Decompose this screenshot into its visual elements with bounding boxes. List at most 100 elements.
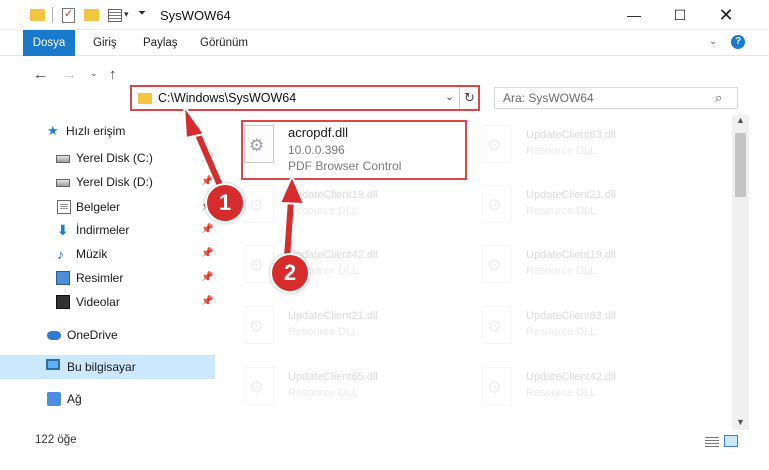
navigation-pane: ★ Hızlı erişim Yerel Disk (C:) 📌 Yerel D… — [0, 118, 215, 418]
toolbar-divider — [52, 7, 53, 23]
disk-icon — [56, 179, 70, 187]
file-name: UpdateClient21.dll — [526, 189, 616, 201]
dll-file-icon — [482, 245, 512, 283]
tiles-view-icon[interactable] — [724, 435, 738, 447]
up-button[interactable]: ↑ — [109, 66, 117, 83]
tab-view[interactable]: Görünüm — [200, 30, 248, 56]
dll-file-icon — [482, 306, 512, 344]
scroll-up-icon[interactable]: ▲ — [736, 115, 745, 125]
file-name: UpdateClient63.dll — [526, 129, 616, 141]
vertical-scrollbar[interactable]: ▲ ▼ — [732, 115, 749, 430]
file-item[interactable]: UpdateClient19.dll Resource DLL — [460, 235, 690, 295]
dll-file-icon — [482, 367, 512, 405]
sidebar-item-label: Bu bilgisayar — [67, 360, 136, 374]
file-type: Resource DLL — [526, 205, 597, 217]
customize-toolbar-icon[interactable]: ⏷ — [138, 8, 146, 26]
details-view-icon[interactable] — [705, 437, 719, 447]
sidebar-item-music[interactable]: ♪ Müzik 📌 — [0, 243, 215, 265]
file-item[interactable]: UpdateClient19.dll Resource DLL — [222, 175, 452, 235]
step-marker-1: 1 — [205, 183, 245, 223]
sidebar-item-label: Müzik — [76, 247, 108, 261]
tab-share[interactable]: Paylaş — [143, 30, 178, 56]
expand-ribbon-icon[interactable]: ⌄ — [709, 36, 717, 47]
tab-home[interactable]: Giriş — [93, 30, 117, 56]
chevron-down-icon[interactable]: ▾ — [124, 9, 129, 27]
file-name: UpdateClient21.dll — [288, 310, 378, 322]
sidebar-item-label: Videolar — [76, 295, 120, 309]
file-item[interactable]: UpdateClient21.dll Resource DLL — [460, 175, 690, 235]
sidebar-item-label: OneDrive — [67, 328, 118, 342]
file-name: UpdateClient65.dll — [288, 371, 378, 383]
close-button[interactable]: ✕ — [703, 0, 749, 30]
window-title: SysWOW64 — [160, 8, 231, 23]
forward-button[interactable]: → — [62, 66, 77, 83]
document-icon — [57, 200, 71, 214]
file-item[interactable]: UpdateClient21.dll Resource DLL — [222, 296, 452, 356]
pin-icon[interactable]: 📌 — [201, 296, 213, 307]
file-item[interactable]: UpdateClient42.dll Resource DLL — [222, 235, 452, 295]
sidebar-item-this-pc[interactable]: Bu bilgisayar — [0, 355, 215, 379]
star-icon: ★ — [47, 123, 59, 138]
folder-icon — [138, 93, 152, 104]
sidebar-item-downloads[interactable]: ⬇ İndirmeler 📌 — [0, 219, 215, 241]
scroll-thumb[interactable] — [735, 133, 746, 197]
videos-icon — [56, 295, 70, 309]
file-highlight-box — [241, 120, 467, 180]
file-type: Resource DLL — [526, 265, 597, 277]
sidebar-item-documents[interactable]: Belgeler 📌 — [0, 196, 215, 218]
sidebar-item-quick-access[interactable]: ★ Hızlı erişim — [0, 120, 215, 142]
search-input[interactable]: Ara: SysWOW64 ⌕ — [494, 87, 738, 109]
file-item[interactable]: UpdateClient63.dll Resource DLL — [460, 115, 690, 175]
sidebar-item-label: Resimler — [76, 271, 124, 285]
maximize-button[interactable]: ☐ — [657, 0, 703, 30]
file-type: Resource DLL — [526, 387, 597, 399]
file-item[interactable]: UpdateClient42.dll Resource DLL — [460, 357, 690, 417]
sidebar-item-local-disk-c[interactable]: Yerel Disk (C:) 📌 — [0, 147, 215, 169]
address-dropdown-icon[interactable]: ⌄ — [445, 90, 454, 103]
file-name: UpdateClient19.dll — [526, 249, 616, 261]
search-icon[interactable]: ⌕ — [715, 90, 722, 106]
pin-icon[interactable]: 📌 — [201, 272, 213, 283]
pin-icon[interactable]: 📌 — [201, 224, 213, 235]
sidebar-item-onedrive[interactable]: OneDrive — [0, 324, 215, 346]
pin-icon[interactable]: 📌 — [201, 152, 213, 163]
title-bar: ▾ ⏷ SysWOW64 — ☐ ✕ — [0, 0, 769, 30]
file-item[interactable]: UpdateClient65.dll Resource DLL — [222, 357, 452, 417]
sidebar-item-label: Belgeler — [76, 200, 121, 214]
file-type: Resource DLL — [526, 326, 597, 338]
minimize-button[interactable]: — — [611, 0, 657, 30]
music-icon: ♪ — [57, 246, 64, 262]
file-item[interactable]: UpdateClient63.dll Resource DLL — [460, 296, 690, 356]
sidebar-item-videos[interactable]: Videolar 📌 — [0, 291, 215, 313]
new-folder-icon[interactable] — [84, 9, 99, 21]
file-type: Resource DLL — [526, 145, 597, 157]
dll-file-icon — [482, 125, 512, 163]
properties-icon[interactable] — [62, 7, 75, 23]
scroll-down-icon[interactable]: ▼ — [736, 417, 745, 427]
refresh-icon[interactable]: ↻ — [464, 90, 475, 106]
status-bar: 122 öğe — [0, 430, 769, 452]
sidebar-item-label: Yerel Disk (C:) — [76, 151, 153, 165]
pin-icon[interactable]: 📌 — [201, 176, 213, 187]
back-button[interactable]: ← — [33, 66, 48, 83]
address-path[interactable]: C:\Windows\SysWOW64 — [158, 91, 296, 105]
dll-file-icon — [482, 185, 512, 223]
file-type: Resource DLL — [288, 326, 359, 338]
sidebar-item-label: Hızlı erişim — [66, 124, 126, 138]
view-options-icon[interactable] — [108, 9, 122, 22]
file-type: Resource DLL — [288, 205, 359, 217]
address-bar[interactable]: C:\Windows\SysWOW64 ⌄ ↻ — [130, 85, 480, 111]
tab-file[interactable]: Dosya — [23, 30, 75, 56]
cloud-icon — [47, 331, 61, 340]
file-name: UpdateClient42.dll — [526, 371, 616, 383]
disk-icon — [56, 155, 70, 163]
step-marker-2: 2 — [270, 253, 310, 293]
file-name: UpdateClient63.dll — [526, 310, 616, 322]
sidebar-item-local-disk-d[interactable]: Yerel Disk (D:) 📌 — [0, 171, 215, 193]
help-icon[interactable]: ? — [731, 35, 745, 49]
recent-locations-button[interactable]: ⌄ — [90, 68, 98, 79]
sidebar-item-pictures[interactable]: Resimler 📌 — [0, 267, 215, 289]
ribbon-tabs: Dosya Giriş Paylaş Görünüm ⌄ ? — [0, 30, 769, 56]
pin-icon[interactable]: 📌 — [201, 248, 213, 259]
sidebar-item-network[interactable]: Ağ — [0, 388, 215, 410]
